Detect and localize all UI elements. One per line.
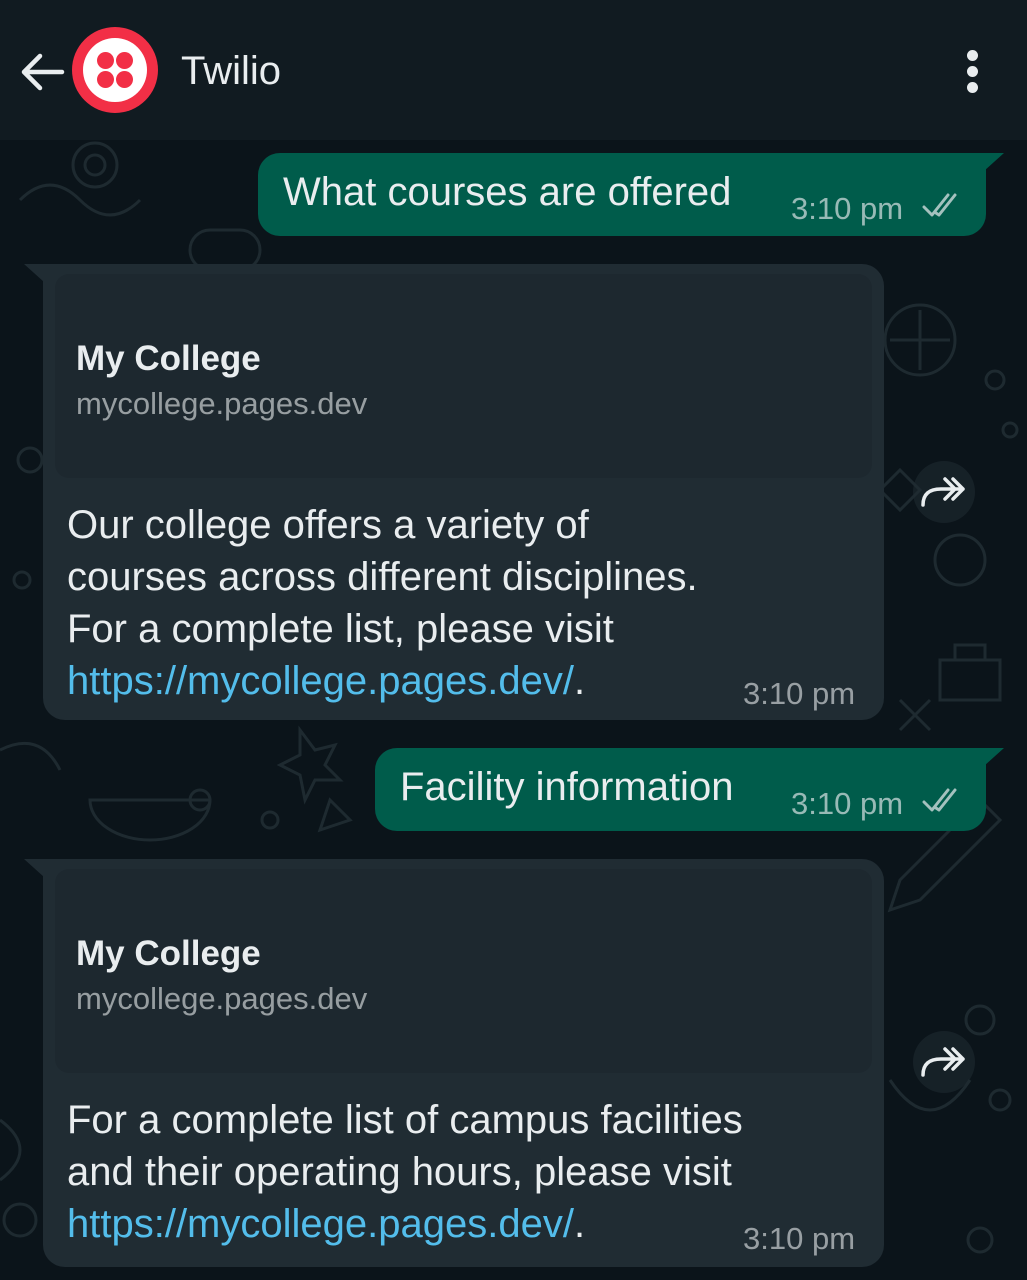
forward-icon xyxy=(921,477,965,507)
message-time: 3:10 pm xyxy=(791,191,904,226)
link-preview[interactable]: My College mycollege.pages.dev xyxy=(55,869,872,1073)
link-preview-title: My College xyxy=(76,339,261,378)
incoming-message[interactable]: My College mycollege.pages.dev For a com… xyxy=(43,859,884,1267)
chat-header: Twilio xyxy=(0,0,1027,140)
link-suffix: . xyxy=(573,659,586,703)
link-suffix: . xyxy=(573,1202,586,1246)
message-text: What courses are offered xyxy=(283,170,732,214)
message-line: https://mycollege.pages.dev/. xyxy=(67,655,698,707)
message-link[interactable]: https://mycollege.pages.dev/ xyxy=(67,659,574,703)
forward-button[interactable] xyxy=(913,1031,975,1093)
bubble-tail xyxy=(984,748,1004,766)
message-line: For a complete list, please visit xyxy=(67,607,614,651)
avatar[interactable] xyxy=(72,27,158,113)
back-button[interactable] xyxy=(18,50,66,94)
outgoing-message[interactable]: What courses are offered 3:10 pm xyxy=(258,153,986,236)
forward-icon xyxy=(921,1047,965,1077)
link-preview-domain: mycollege.pages.dev xyxy=(76,386,368,421)
message-line: https://mycollege.pages.dev/. xyxy=(67,1198,743,1250)
link-preview-title: My College xyxy=(76,934,261,973)
message-time: 3:10 pm xyxy=(743,676,856,711)
bubble-tail xyxy=(984,153,1004,171)
message-time: 3:10 pm xyxy=(743,1221,856,1256)
twilio-logo-icon xyxy=(83,38,147,102)
message-text: Our college offers a variety of courses … xyxy=(67,499,698,707)
message-time: 3:10 pm xyxy=(791,786,904,821)
double-check-icon xyxy=(922,788,957,812)
contact-name[interactable]: Twilio xyxy=(181,46,281,96)
forward-button[interactable] xyxy=(913,461,975,523)
message-text: For a complete list of campus facilities… xyxy=(67,1094,743,1250)
message-line: courses across different disciplines. xyxy=(67,555,698,599)
bubble-tail xyxy=(24,859,44,877)
incoming-message[interactable]: My College mycollege.pages.dev Our colle… xyxy=(43,264,884,720)
arrow-left-icon xyxy=(21,53,65,91)
message-link[interactable]: https://mycollege.pages.dev/ xyxy=(67,1202,574,1246)
message-line: Our college offers a variety of xyxy=(67,503,589,547)
message-text: Facility information xyxy=(400,765,734,809)
more-options-button[interactable] xyxy=(958,48,988,96)
message-line: and their operating hours, please visit xyxy=(67,1150,732,1194)
double-check-icon xyxy=(922,193,957,217)
outgoing-message[interactable]: Facility information 3:10 pm xyxy=(375,748,986,831)
link-preview[interactable]: My College mycollege.pages.dev xyxy=(55,274,872,478)
link-preview-domain: mycollege.pages.dev xyxy=(76,981,368,1016)
bubble-tail xyxy=(24,264,44,282)
message-line: For a complete list of campus facilities xyxy=(67,1098,743,1142)
